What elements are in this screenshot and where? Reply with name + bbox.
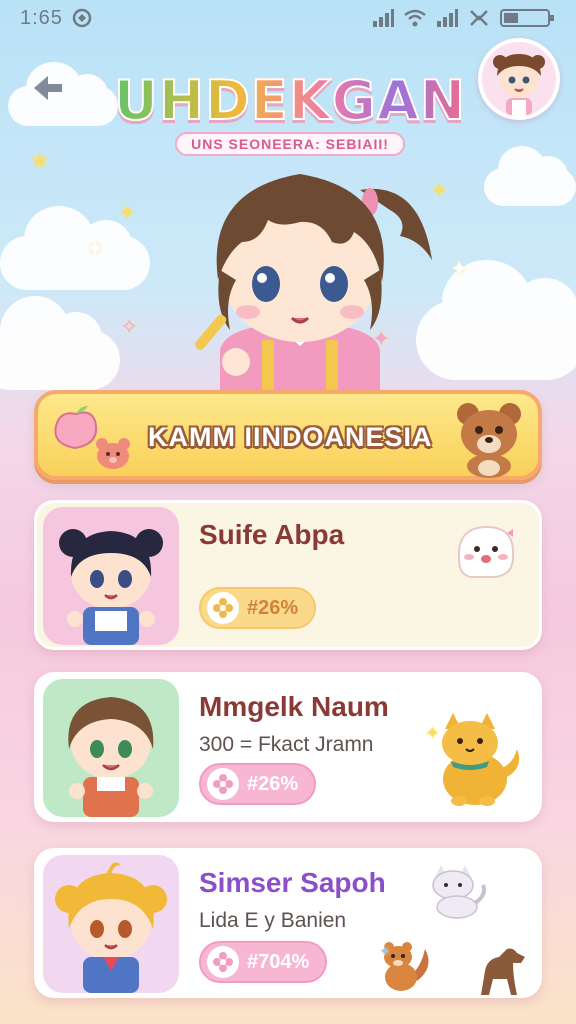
cat-icon <box>432 865 486 919</box>
girl-character-icon <box>194 174 432 390</box>
card-badge-label: #704% <box>247 950 310 973</box>
status-time: 1:65 <box>20 6 63 29</box>
notification-icon <box>72 8 92 28</box>
girl-character-icon <box>59 529 163 645</box>
sparkle-icon: ✦ <box>450 256 469 281</box>
profile-avatar[interactable] <box>478 38 560 120</box>
banner-label: KAMM IINDOANESIA <box>148 422 433 452</box>
cloud-decoration <box>0 296 120 390</box>
signal-icon <box>437 9 458 27</box>
signal-icon <box>373 9 394 27</box>
hero-character-illustration <box>150 150 450 390</box>
network-icon <box>470 10 488 26</box>
back-button[interactable] <box>28 70 68 106</box>
boy-character-icon <box>68 697 154 817</box>
ghost-icon <box>457 525 515 578</box>
promo-banner-button[interactable]: KAMM IINDOANESIA <box>34 390 542 480</box>
sparkle-icon: ✦ <box>86 236 105 261</box>
card-badge-button[interactable]: #26% <box>199 763 317 805</box>
flower-icon <box>207 768 239 800</box>
card-subtitle: 300 = Fkact Jramn <box>199 733 374 756</box>
bear-icon <box>457 403 521 478</box>
flower-icon <box>207 592 239 624</box>
character-avatar <box>43 679 179 817</box>
sparkle-icon: ✦ <box>425 723 441 743</box>
peach-icon <box>54 406 98 450</box>
girl-character-icon <box>55 862 167 993</box>
cloud-decoration <box>0 206 150 290</box>
app-logo: UHDEKGAN UNS SEONEERA: SEBIAII! <box>110 62 470 162</box>
star-icon: ★ <box>30 148 50 173</box>
character-card[interactable]: Simser Sapoh Lida E y Banien #704% ✦ <box>34 848 542 998</box>
logo-title: UHDEKGAN <box>110 62 470 129</box>
card-badge-button[interactable]: #26% <box>199 587 317 629</box>
sparkle-icon: ✦ <box>379 943 391 959</box>
bear-icon <box>96 438 130 469</box>
character-card[interactable]: Suife Abpa #26% <box>34 500 542 650</box>
flower-icon <box>207 946 239 978</box>
character-card[interactable]: Mmgelk Naum 300 = Fkact Jramn #26% ✦ <box>34 672 542 822</box>
character-avatar <box>43 507 179 645</box>
back-arrow-icon <box>34 76 62 100</box>
cat-icon <box>442 713 520 806</box>
card-badge-button[interactable]: #704% <box>199 941 328 983</box>
sparkle-icon: ✧ <box>120 314 139 339</box>
sparkle-icon: ✦ <box>118 200 137 225</box>
card-title: Simser Sapoh <box>199 867 386 898</box>
card-title: Suife Abpa <box>199 519 345 550</box>
card-subtitle: Lida E y Banien <box>199 909 347 932</box>
card-title: Mmgelk Naum <box>199 691 389 722</box>
avatar-character-icon <box>493 54 545 116</box>
card-badge-label: #26% <box>247 596 299 619</box>
cloud-decoration <box>484 146 576 206</box>
character-avatar <box>43 855 179 993</box>
dog-silhouette-icon <box>481 948 525 995</box>
status-bar: 1:65 <box>0 0 576 36</box>
card-badge-label: #26% <box>247 772 299 795</box>
wifi-icon <box>404 9 426 27</box>
battery-icon <box>500 9 554 27</box>
